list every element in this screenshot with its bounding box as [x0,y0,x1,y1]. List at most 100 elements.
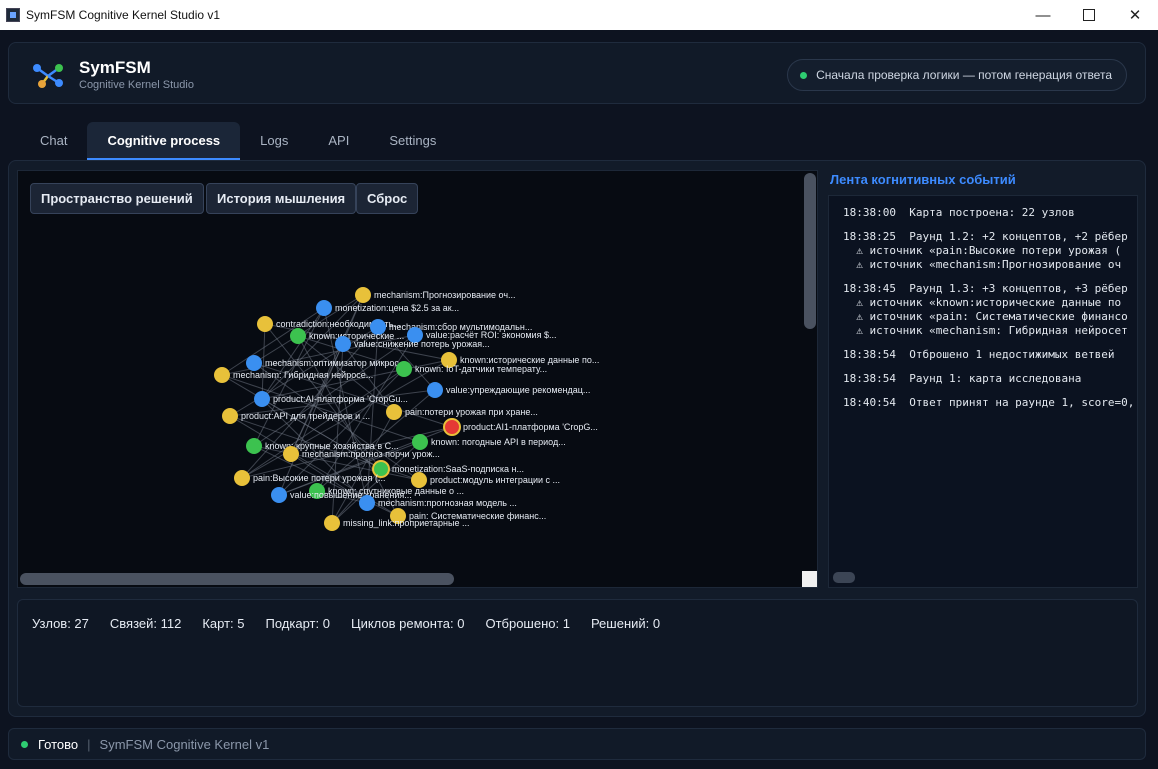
status-text: Сначала проверка логики — потом генераци… [816,68,1112,82]
graph-node-label: product:API для трейдеров и ... [241,411,370,421]
kernel-name: SymFSM Cognitive Kernel v1 [99,736,270,752]
graph-vertical-scrollbar[interactable] [804,173,816,329]
stat-edges: Связей: 112 [109,616,182,631]
graph-node-label: product:AI-платформа 'CropGu... [273,394,408,404]
graph-node-label: missing_link:проприетарные ... [343,518,470,528]
scroll-corner [802,571,817,587]
stat-nodes: Узлов: 27 [32,616,89,631]
event-feed[interactable]: 18:38:00 Карта построена: 22 узлов 18:38… [828,195,1138,588]
minimize-button[interactable]: — [1020,0,1066,30]
graph-node-label: mechanism:Прогнозирование оч... [374,290,516,300]
stat-repair-cycles: Циклов ремонта: 0 [350,616,465,631]
feed-line: 18:38:54 Отброшено 1 недостижимых ветвей [843,348,1115,361]
feed-line: 18:38:25 Раунд 1.2: +2 концептов, +2 рёб… [843,230,1128,243]
stat-discarded: Отброшено: 1 [485,616,570,631]
stat-solutions: Решений: 0 [590,616,661,631]
feed-line: 18:38:00 Карта построена: 22 узлов [843,206,1075,219]
tab-settings[interactable]: Settings [369,122,456,160]
status-pill: Сначала проверка логики — потом генераци… [787,59,1127,91]
graph-node-label: mechanism:прогноз порчи урож... [302,449,440,459]
feed-entry: 18:38:54 Раунд 1: карта исследована [843,372,1137,386]
feed-line: 18:38:54 Раунд 1: карта исследована [843,372,1082,385]
graph-node[interactable] [355,287,371,303]
feed-entry: 18:38:25 Раунд 1.2: +2 концептов, +2 рёб… [843,230,1137,272]
graph-edge [253,362,420,481]
stat-submaps: Подкарт: 0 [265,616,330,631]
graph-node[interactable] [254,391,270,407]
graph-node-label: pain:потери урожая при хране... [405,407,538,417]
graph-node[interactable] [283,446,299,462]
graph-node[interactable] [396,361,412,377]
graph-node[interactable] [246,438,262,454]
graph-node-label: mechanism: Гибридная нейросе... [233,370,373,380]
graph-node[interactable] [443,418,461,436]
feed-line: ⚠ источник «known:исторические данные по [843,296,1122,309]
graph-node-label: monetization:SaaS-подписка н... [392,464,524,474]
window-title: SymFSM Cognitive Kernel Studio v1 [26,8,221,22]
stat-maps: Карт: 5 [202,616,245,631]
stats-row: Узлов: 27 Связей: 112 Карт: 5 Подкарт: 0… [32,616,681,631]
graph-node[interactable] [246,355,262,371]
ready-text: Готово [38,736,79,752]
concept-graph[interactable]: mechanism:Прогнозирование оч... monetizat… [18,171,803,571]
graph-node[interactable] [222,408,238,424]
graph-horizontal-scrollbar[interactable] [20,573,454,585]
graph-node[interactable] [257,316,273,332]
graph-node[interactable] [324,515,340,531]
graph-node-label: product:AI1-платформа 'CropG... [463,422,598,432]
footer-separator: | [87,736,91,752]
brand-title: SymFSM [79,58,151,77]
tab-logs[interactable]: Logs [240,122,308,160]
feed-content: 18:38:00 Карта построена: 22 узлов 18:38… [843,206,1137,420]
maximize-button[interactable] [1066,0,1112,30]
graph-node-label: pain:Высокие потери урожая (... [253,473,386,483]
close-button[interactable]: ✕ [1112,0,1158,30]
maximize-icon [1083,9,1095,21]
feed-line: ⚠ источник «mechanism: Гибридная нейросе… [843,324,1128,337]
graph-node[interactable] [412,434,428,450]
graph-node[interactable] [214,367,230,383]
graph-node-label: mechanism:оптимизатор микрос... [265,358,406,368]
graph-node[interactable] [290,328,306,344]
status-dot-icon [800,71,808,79]
tab-bar: Chat Cognitive process Logs API Settings [20,122,456,160]
app-icon [6,8,20,22]
feed-entry: 18:40:54 Ответ принят на раунде 1, score… [843,396,1137,410]
graph-node-label: product:модуль интеграции с ... [430,475,560,485]
graph-node-label: known: IoT-датчики температу... [415,364,547,374]
graph-node-label: monetization:цена $2.5 за ак... [335,303,459,313]
feed-title: Лента когнитивных событий [830,172,1016,187]
feed-entry: 18:38:54 Отброшено 1 недостижимых ветвей [843,348,1137,362]
stats-panel: Узлов: 27 Связей: 112 Карт: 5 Подкарт: 0… [17,599,1138,707]
graph-panel[interactable]: mechanism:Прогнозирование оч... monetizat… [17,170,818,588]
feed-line: 18:40:54 Ответ принят на раунде 1, score… [843,396,1135,409]
window-titlebar: SymFSM Cognitive Kernel Studio v1 — ✕ [0,0,1158,30]
feed-entry: 18:38:45 Раунд 1.3: +3 концептов, +3 рёб… [843,282,1137,338]
graph-node[interactable] [316,300,332,316]
reset-button[interactable]: Сброс [356,183,419,214]
graph-node-label: value:снижение потерь урожая... [354,339,490,349]
graph-node-label: known: погодные API в период... [431,437,566,447]
feed-line: ⚠ источник «mechanism:Прогнозирование оч [843,258,1122,271]
graph-node[interactable] [271,487,287,503]
status-bar: Готово | SymFSM Cognitive Kernel v1 [8,728,1146,760]
feed-horizontal-scrollbar[interactable] [833,572,855,583]
feed-entry: 18:38:00 Карта построена: 22 узлов [843,206,1137,220]
graph-node[interactable] [386,404,402,420]
graph-node-label: value:упреждающие рекомендац... [446,385,590,395]
tab-api[interactable]: API [308,122,369,160]
graph-node[interactable] [234,470,250,486]
logo-icon [33,64,63,88]
ready-dot-icon [21,740,28,748]
solution-space-button[interactable]: Пространство решений [30,183,204,214]
graph-node[interactable] [335,336,351,352]
tab-cognitive-process[interactable]: Cognitive process [87,122,241,160]
feed-line: ⚠ источник «pain:Высокие потери урожая ( [843,244,1122,257]
graph-node[interactable] [427,382,443,398]
feed-line: ⚠ источник «pain: Систематические финанс… [843,310,1128,323]
thinking-history-button[interactable]: История мышления [206,183,357,214]
app-header: SymFSM Cognitive Kernel Studio Сначала п… [8,42,1146,104]
graph-node[interactable] [359,495,375,511]
graph-node-label: mechanism:прогнозная модель ... [378,498,517,508]
tab-chat[interactable]: Chat [20,122,87,160]
